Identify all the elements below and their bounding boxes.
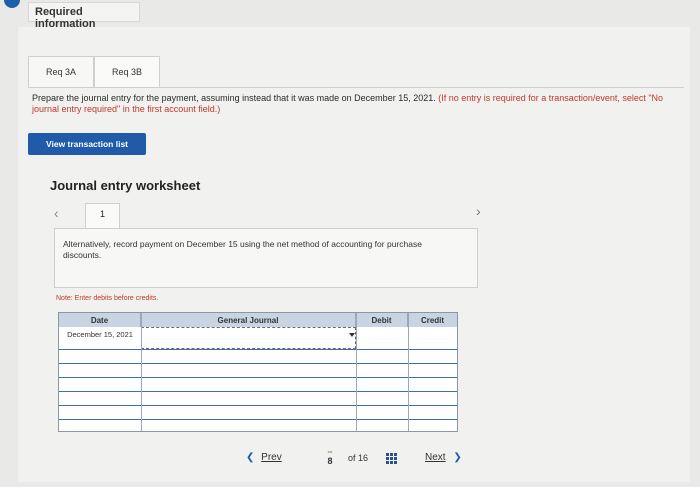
table-row — [59, 405, 457, 420]
table-row — [59, 363, 457, 378]
journal-table: Date General Journal Debit Credit Decemb… — [58, 312, 458, 432]
column-divider — [141, 313, 142, 431]
chevron-left-icon: ❮ — [246, 452, 255, 463]
prev-button[interactable]: ❮ Prev — [246, 452, 282, 463]
table-row — [59, 391, 457, 406]
date-header: Date — [59, 313, 141, 327]
current-page-number: 8 — [327, 456, 333, 466]
general-journal-header: General Journal — [141, 313, 356, 327]
required-info-tab[interactable]: Required information — [28, 2, 140, 30]
next-button[interactable]: Next ❯ — [425, 452, 462, 463]
instructions: Prepare the journal entry for the paymen… — [32, 93, 672, 115]
grid-icon[interactable] — [386, 453, 398, 465]
page-total: of 16 — [348, 453, 369, 463]
pagination: ❮ Prev ∞ 8 of 16 Next ❯ — [238, 447, 478, 471]
chevron-down-icon[interactable] — [349, 333, 355, 337]
debits-note: Note: Enter debits before credits. — [56, 295, 159, 302]
alert-icon — [4, 0, 20, 8]
worksheet-tab-1[interactable]: 1 — [85, 203, 120, 228]
worksheet-title: Journal entry worksheet — [50, 178, 201, 193]
instruction-text: Prepare the journal entry for the paymen… — [32, 93, 436, 103]
credit-header: Credit — [408, 313, 457, 327]
debit-header: Debit — [356, 313, 408, 327]
tab-req-3b[interactable]: Req 3B — [94, 56, 160, 88]
chevron-left-icon[interactable]: ‹ — [54, 205, 59, 221]
chevron-right-icon[interactable]: › — [476, 203, 481, 219]
column-divider — [356, 313, 357, 431]
question-panel: Req 3A Req 3B Prepare the journal entry … — [18, 27, 690, 482]
column-divider — [408, 313, 409, 431]
chevron-right-icon: ❯ — [453, 452, 462, 463]
view-transaction-list-button[interactable]: View transaction list — [28, 133, 146, 155]
table-row — [59, 349, 457, 364]
table-row — [59, 419, 457, 434]
tab-req-3a[interactable]: Req 3A — [28, 56, 94, 88]
table-row — [59, 377, 457, 392]
date-cell: December 15, 2021 — [67, 330, 133, 339]
worksheet-description-box: Alternatively, record payment on Decembe… — [54, 228, 478, 288]
current-page: ∞ 8 — [323, 449, 337, 469]
account-select[interactable] — [141, 327, 356, 349]
tab-divider — [28, 87, 684, 88]
prev-label: Prev — [261, 452, 282, 463]
worksheet-description: Alternatively, record payment on Decembe… — [63, 239, 422, 260]
link-icon: ∞ — [327, 449, 333, 456]
next-label: Next — [425, 452, 446, 463]
tab-bar: Req 3A Req 3B — [28, 56, 160, 88]
